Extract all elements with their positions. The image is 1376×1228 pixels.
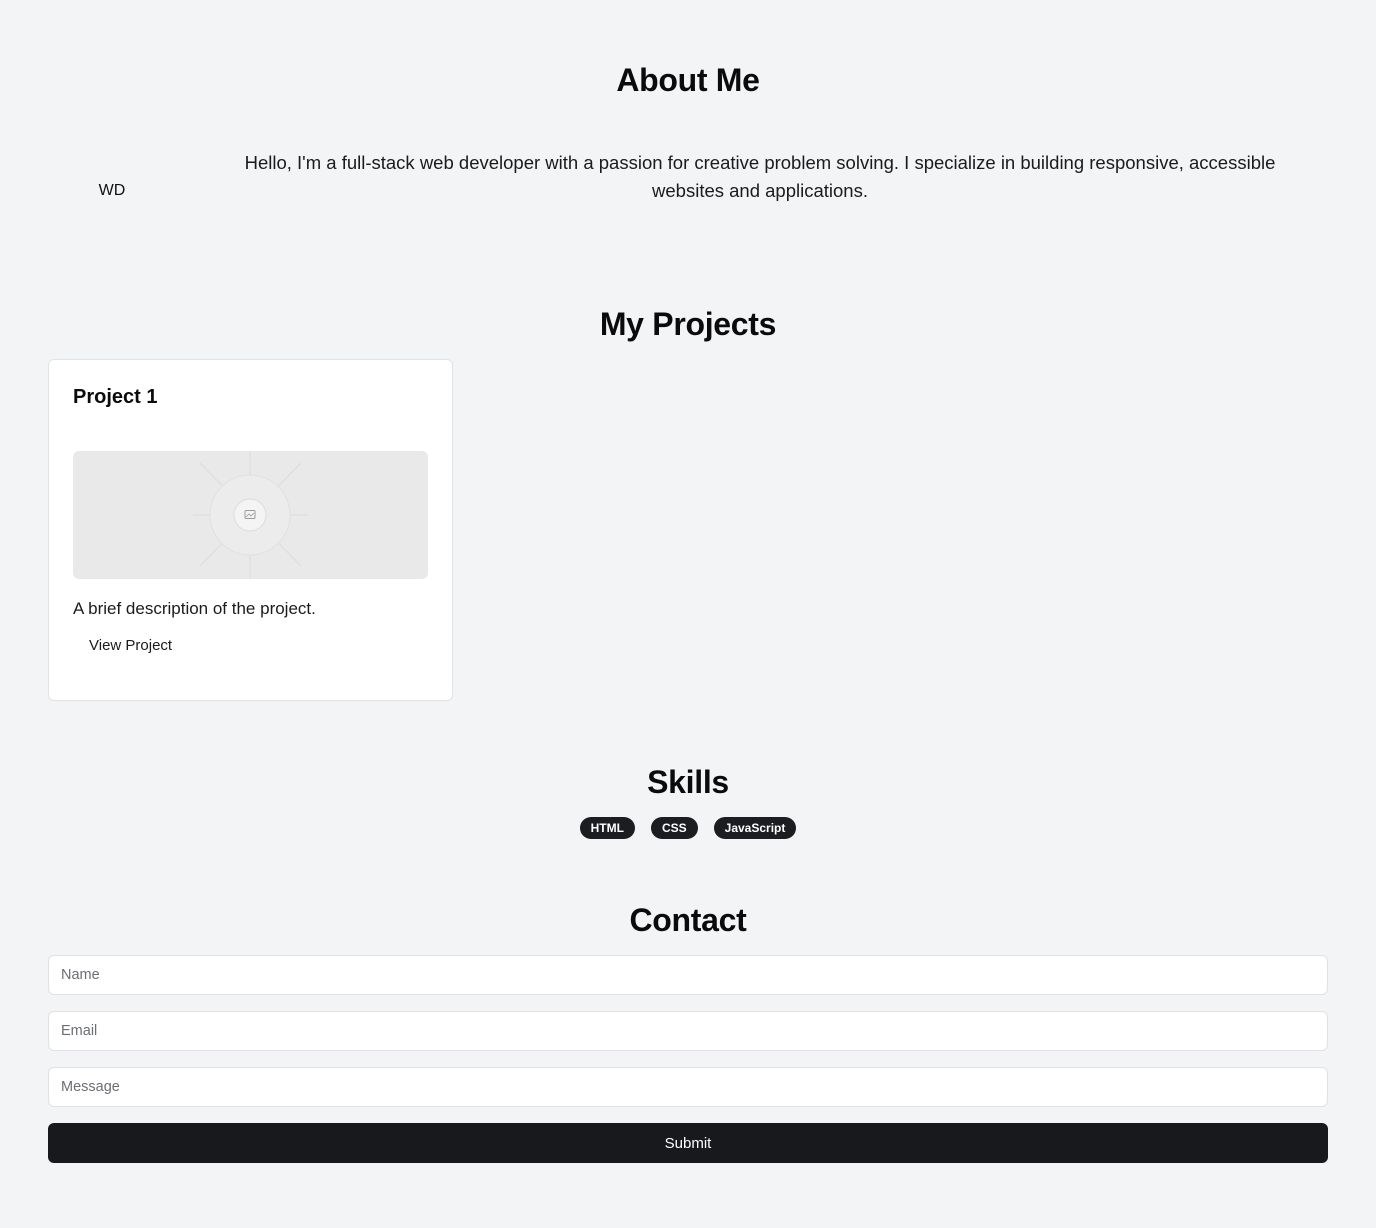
about-section: About Me WD Hello, I'm a full-stack web … — [48, 62, 1328, 255]
skills-section: Skills HTML CSS JavaScript — [48, 764, 1328, 839]
projects-section: My Projects Project 1 A brief descriptio… — [48, 306, 1328, 701]
page: About Me WD Hello, I'm a full-stack web … — [0, 0, 1376, 1228]
project-description: A brief description of the project. — [73, 599, 316, 618]
skill-tag-css: CSS — [650, 817, 698, 839]
projects-title: My Projects — [599, 306, 777, 342]
view-project-button[interactable]: View Project — [89, 637, 172, 654]
project-image — [73, 451, 428, 579]
image-placeholder-icon — [193, 451, 308, 579]
email-field[interactable] — [48, 1011, 1328, 1051]
avatar: WD — [98, 182, 126, 199]
about-title: About Me — [616, 62, 760, 98]
skills-title: Skills — [647, 764, 729, 800]
about-row: WD Hello, I'm a full-stack web developer… — [48, 127, 1328, 255]
submit-button[interactable]: Submit — [48, 1123, 1328, 1163]
message-field[interactable] — [48, 1067, 1328, 1107]
project-title: Project 1 — [73, 386, 158, 408]
contact-section: Contact Submit — [48, 902, 1328, 1163]
skill-tag-html: HTML — [579, 817, 635, 839]
project-card: Project 1 A brief description of the pro… — [48, 359, 453, 701]
skill-tags: HTML CSS JavaScript — [48, 817, 1328, 839]
name-field[interactable] — [48, 955, 1328, 995]
contact-title: Contact — [629, 902, 747, 938]
skill-tag-javascript: JavaScript — [713, 817, 797, 839]
about-bio: Hello, I'm a full-stack web developer wi… — [244, 152, 1276, 201]
